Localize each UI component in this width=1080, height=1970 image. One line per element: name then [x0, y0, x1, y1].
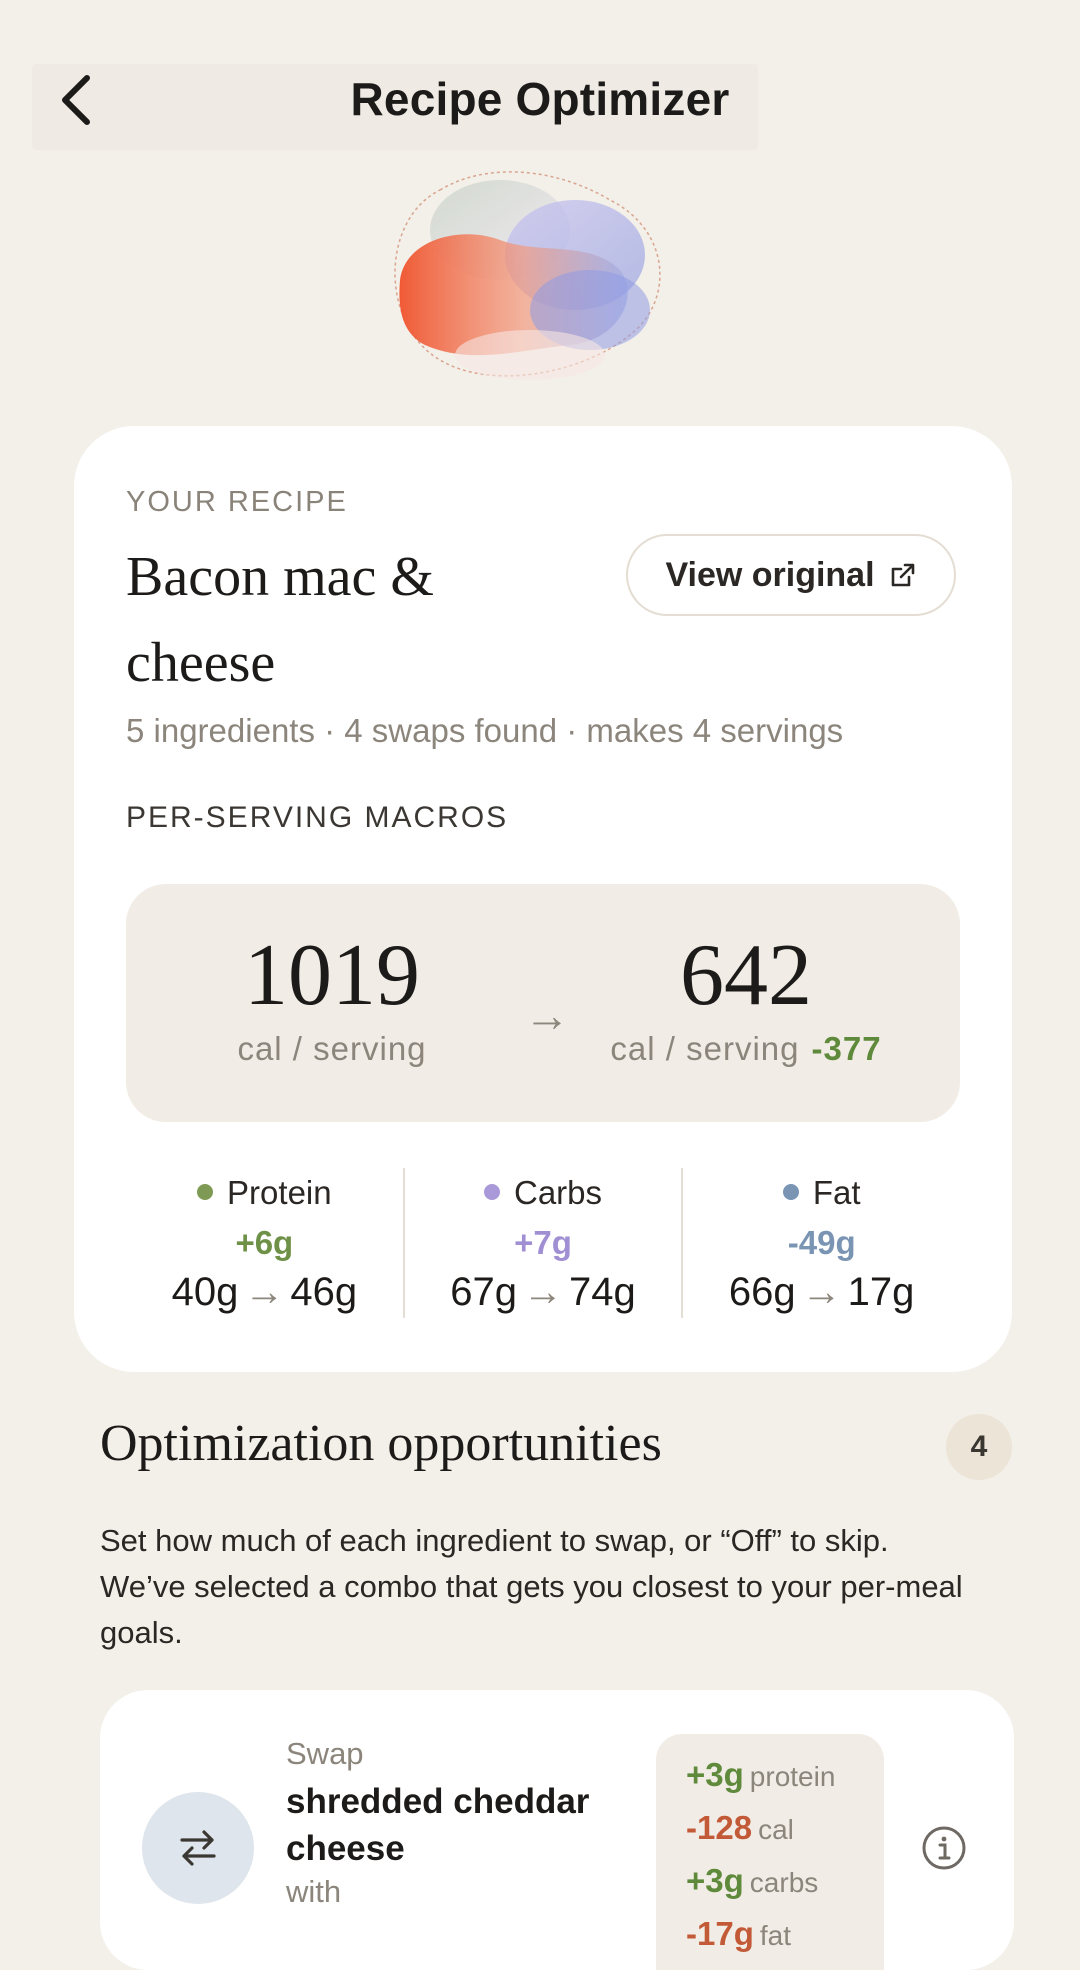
recipe-illustration — [394, 171, 661, 380]
protein-dot-icon — [197, 1184, 214, 1201]
macros-section-label: PER-SERVING MACROS — [126, 801, 509, 834]
optimization-description: Set how much of each ingredient to swap,… — [100, 1523, 963, 1650]
impact-unit: cal — [758, 1814, 794, 1845]
swap-ingredient: shredded cheddar cheese — [286, 1782, 590, 1868]
macro-name: Fat — [812, 1174, 861, 1211]
impact-calories: -128 cal — [686, 1805, 884, 1858]
macro-name: Carbs — [513, 1174, 603, 1211]
macro-fat: Fat -49g 66g → 17g — [681, 1168, 960, 1318]
macro-delta: +7g — [514, 1224, 572, 1261]
arrow-right-icon: → — [523, 1270, 563, 1314]
impact-value: -128 — [686, 1809, 753, 1846]
impact-value: -17g — [686, 1915, 754, 1952]
impact-protein: +3g protein — [686, 1752, 884, 1805]
impact-fat: -17g fat — [686, 1911, 884, 1964]
view-original-label: View original — [665, 555, 875, 594]
recipe-name: Bacon mac & cheese — [126, 546, 434, 694]
impact-carbs: +3g carbs — [686, 1858, 884, 1911]
carbs-dot-icon — [483, 1184, 500, 1201]
swap-label: Swap — [286, 1736, 364, 1771]
calories-after: 642 cal / serving -377 — [586, 928, 906, 1068]
impact-unit: fat — [759, 1920, 791, 1951]
swap-with-label: with — [286, 1874, 342, 1909]
macro-name: Protein — [227, 1174, 332, 1211]
swap-impact-box: +3g protein -128 cal +3g carbs -17g fat — [656, 1734, 884, 1970]
opportunity-count-badge: 4 — [946, 1414, 1012, 1480]
arrow-right-icon: → — [244, 1270, 285, 1314]
arrow-right-icon: → — [801, 1270, 842, 1314]
impact-unit: protein — [749, 1761, 836, 1792]
view-original-button[interactable]: View original — [626, 534, 956, 616]
macro-protein: Protein +6g 40g → 46g — [126, 1168, 403, 1318]
info-icon — [922, 1826, 966, 1870]
calories-after-unit: cal / serving — [610, 1030, 800, 1067]
arrow-right-icon: → — [524, 989, 570, 1041]
impact-value: +3g — [686, 1756, 744, 1793]
macro-after: 46g — [290, 1270, 358, 1314]
info-button[interactable] — [920, 1824, 968, 1872]
calories-before-unit: cal / serving — [237, 1030, 427, 1067]
external-link-icon — [891, 563, 914, 587]
macro-delta: -49g — [787, 1224, 856, 1261]
recipe-card: YOUR RECIPE Bacon mac & cheese View orig… — [74, 426, 1012, 1372]
macro-before: 40g — [171, 1270, 239, 1314]
swap-arrows-icon — [180, 1830, 216, 1866]
optimization-title: Optimization opportunities — [100, 1415, 662, 1472]
macro-before: 67g — [450, 1270, 517, 1314]
recipe-eyebrow: YOUR RECIPE — [126, 486, 348, 518]
impact-unit: carbs — [749, 1867, 819, 1898]
macro-after: 17g — [847, 1270, 915, 1314]
recipe-meta: 5 ingredients · 4 swaps found · makes 4 … — [126, 712, 844, 749]
swap-text: Swap shredded cheddar cheese with — [286, 1736, 606, 1910]
macro-carbs: Carbs +7g 67g → 74g — [402, 1168, 682, 1318]
macro-before: 66g — [728, 1270, 796, 1314]
calories-after-unit-row: cal / serving -377 — [586, 1030, 906, 1068]
calorie-panel: 1019 cal / serving → 642 cal / serving -3… — [126, 884, 960, 1122]
page-title: Recipe Optimizer — [350, 73, 730, 125]
swap-icon-circle — [142, 1792, 254, 1904]
calories-after-value: 642 — [680, 927, 812, 1024]
calories-delta: -377 — [811, 1030, 882, 1067]
impact-value: +3g — [686, 1862, 744, 1899]
macro-after: 74g — [569, 1270, 636, 1314]
macro-delta: +6g — [235, 1224, 294, 1261]
fat-dot-icon — [782, 1184, 799, 1201]
calories-before-value: 1019 — [244, 927, 420, 1024]
calories-before: 1019 cal / serving — [212, 928, 452, 1068]
swap-card[interactable]: Swap shredded cheddar cheese with +3g pro… — [100, 1690, 1014, 1970]
macro-breakdown: Protein +6g 40g → 46g Carbs +7g 67g → 74g Fa… — [126, 1168, 960, 1318]
